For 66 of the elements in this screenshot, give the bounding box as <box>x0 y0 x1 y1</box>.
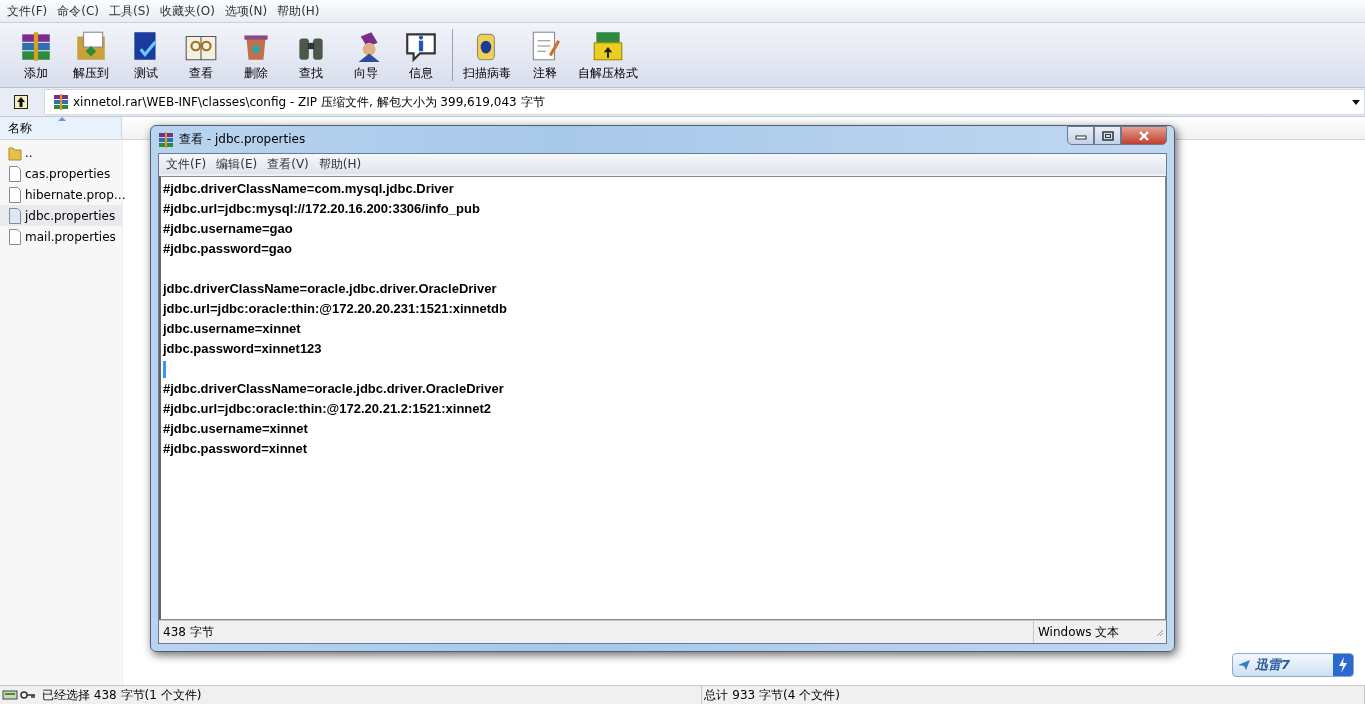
menu-item[interactable]: 文件(F) <box>161 155 212 173</box>
menu-item[interactable]: 命令(C) <box>52 2 104 20</box>
menu-item[interactable]: 查看(V) <box>262 155 314 173</box>
text-line: #jdbc.password=gao <box>163 240 293 258</box>
text-line: jdbc.url=jdbc:oracle:thin:@172.20.20.231:1521:xinnetdb <box>163 300 508 318</box>
toolbar-button[interactable]: 查看 <box>173 23 228 87</box>
menu-item[interactable]: 文件(F) <box>2 2 53 20</box>
menu-item[interactable]: 工具(S) <box>104 2 155 20</box>
folder-icon <box>8 144 22 161</box>
document-icon <box>8 228 22 245</box>
text-area[interactable] <box>159 176 1166 620</box>
toolbar-button[interactable]: 解压到 <box>63 23 118 87</box>
dropdown-caret-icon[interactable] <box>1352 99 1360 105</box>
drive-and-key-icon <box>2 690 36 700</box>
stack-of-books-icon <box>53 94 69 110</box>
maximize-icon <box>1101 130 1114 141</box>
close-icon <box>1138 130 1150 141</box>
file-row[interactable]: cas.properties <box>0 163 122 184</box>
text-line: #jdbc.driverClassName=com.mysql.jdbc.Driver <box>163 180 455 198</box>
lightning-icon <box>1333 654 1353 676</box>
text-line: #jdbc.url=jdbc:mysql://172.20.16.200:3306/info_pub <box>163 200 481 218</box>
window-title: 查看 - jdbc.properties <box>179 131 307 148</box>
text-line: jdbc.password=xinnet123 <box>163 340 323 358</box>
status-text: Windows 文本 <box>1033 621 1152 643</box>
document-icon <box>8 186 22 203</box>
sort-arrow-icon <box>58 117 66 121</box>
menu-item[interactable]: 帮助(H) <box>313 155 367 173</box>
text-line: jdbc.driverClassName=oracle.jdbc.driver.OracleDriver <box>163 280 498 298</box>
file-row[interactable]: .. <box>0 142 122 163</box>
text-line: #jdbc.driverClassName=oracle.jdbc.driver.OracleDriver <box>163 380 505 398</box>
toolbar-button[interactable]: 添加 <box>8 23 63 87</box>
text-line: #jdbc.url=jdbc:oracle:thin:@172.20.21.2:1521:xinnet2 <box>163 400 493 418</box>
file-row[interactable]: jdbc.properties <box>0 205 122 226</box>
toolbar-button[interactable]: 信息 <box>393 23 448 87</box>
column-header[interactable]: 名称 <box>0 117 122 139</box>
status-text: 已经选择 438 字节(1 个文件) <box>42 686 202 704</box>
toolbar-button[interactable]: 扫描病毒 <box>457 23 517 87</box>
status-text: 438 字节 <box>162 623 215 641</box>
text-line: #jdbc.username=gao <box>163 220 294 238</box>
toolbar-button[interactable]: 向导 <box>338 23 393 87</box>
text-line: #jdbc.username=xinnet <box>163 420 309 438</box>
status-text: 总计 933 字节(4 个文件) <box>704 686 840 704</box>
menu-item[interactable]: 帮助(H) <box>272 2 325 20</box>
minimize-button[interactable] <box>1067 126 1094 145</box>
document-icon <box>8 165 22 182</box>
toolbar-button[interactable]: 自解压格式 <box>572 23 644 87</box>
address-field[interactable]: xinnetol.rar\WEB-INF\classes\config - ZIP 压缩文件, 解包大小为 399,619,043 字节 <box>44 89 1365 115</box>
file-row[interactable]: mail.properties <box>0 226 122 247</box>
bird-icon <box>1237 659 1251 671</box>
maximize-button[interactable] <box>1094 126 1121 145</box>
resize-grip-icon[interactable] <box>1154 627 1164 637</box>
up-arrow-icon <box>14 95 28 109</box>
menu-item[interactable]: 编辑(E) <box>211 155 263 173</box>
text-line: #jdbc.password=xinnet <box>163 440 309 458</box>
close-button[interactable] <box>1121 126 1167 145</box>
toolbar-button[interactable]: 查找 <box>283 23 338 87</box>
menu-item[interactable]: 收藏夹(O) <box>155 2 220 20</box>
toolbar-button[interactable]: 测试 <box>118 23 173 87</box>
document-icon <box>8 207 22 224</box>
toolbar-button[interactable]: 删除 <box>228 23 283 87</box>
toolbar-button[interactable]: 注释 <box>517 23 572 87</box>
stack-of-books-icon <box>158 131 174 148</box>
text-line: jdbc.username=xinnet <box>163 320 302 338</box>
floating-download-badge[interactable]: 迅雷7 <box>1232 653 1354 677</box>
address-path: xinnetol.rar\WEB-INF\classes\config - ZIP 压缩文件, 解包大小为 399,619,043 字节 <box>73 93 546 111</box>
menu-item[interactable]: 选项(N) <box>219 2 273 20</box>
